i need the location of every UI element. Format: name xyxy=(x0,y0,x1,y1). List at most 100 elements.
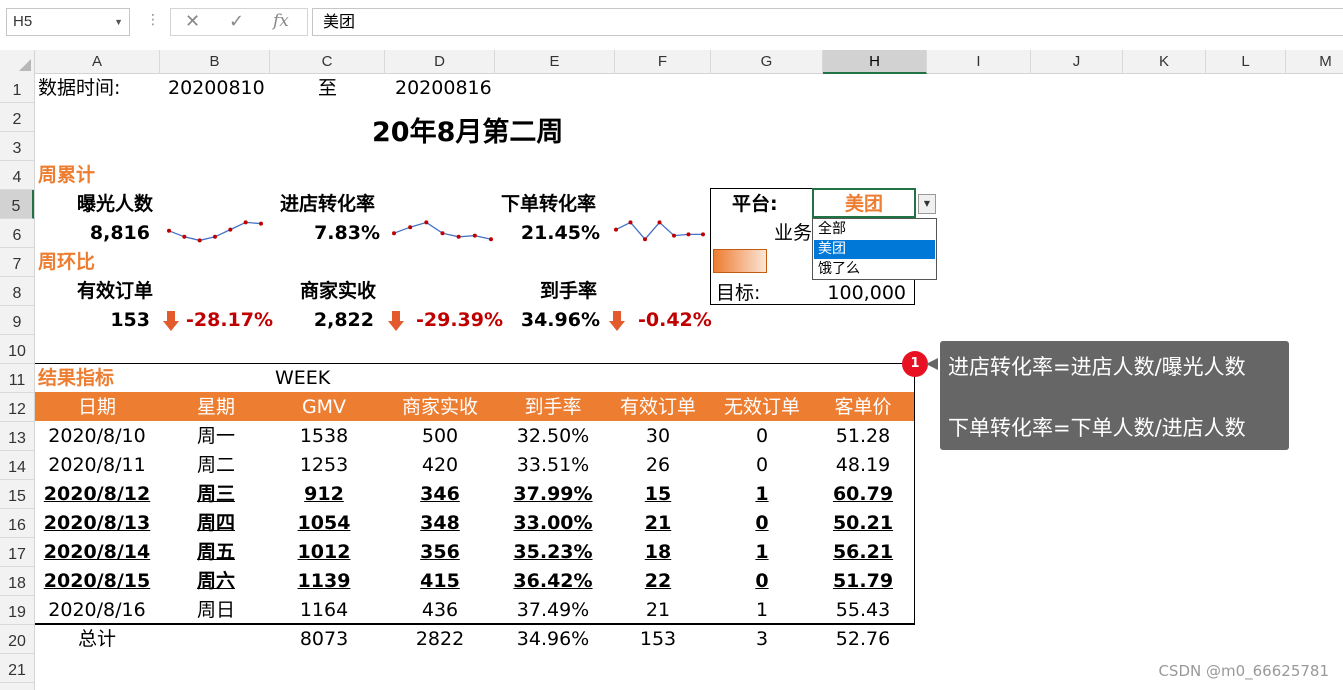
enter-rate-label: 进店转化率 xyxy=(280,193,376,215)
table-cell: 51.79 xyxy=(832,570,894,592)
row-header-3[interactable]: 3 xyxy=(0,132,34,161)
sparkline-point xyxy=(259,221,263,226)
sparkline-point xyxy=(228,227,233,232)
sparkline-point xyxy=(408,225,413,230)
dropdown-option[interactable]: 美团 xyxy=(814,240,935,259)
column-header-e[interactable]: E xyxy=(495,50,615,74)
row-header-7[interactable]: 7 xyxy=(0,248,34,277)
platform-label: 平台: xyxy=(732,193,778,215)
row-header-21[interactable]: 21 xyxy=(0,654,34,683)
comment-pointer xyxy=(926,358,938,370)
business-label: 业务 xyxy=(774,222,813,244)
valid-orders-value: 153 xyxy=(110,309,150,331)
column-header-c[interactable]: C xyxy=(270,50,385,74)
dropdown-arrow-icon[interactable]: ▼ xyxy=(918,194,936,214)
row-header-2[interactable]: 2 xyxy=(0,103,34,132)
date-label: 数据时间: xyxy=(38,77,121,99)
column-header-i[interactable]: I xyxy=(927,50,1031,74)
comment-line-2: 下单转化率=下单人数/进店人数 xyxy=(948,416,1246,440)
dropdown-option[interactable]: 饿了么 xyxy=(814,260,935,279)
row-header-5[interactable]: 5 xyxy=(0,190,34,219)
sparkline-point xyxy=(213,234,217,239)
row-header-9[interactable]: 9 xyxy=(0,306,34,335)
weekly-total-label: 周累计 xyxy=(38,164,96,186)
select-all-button[interactable] xyxy=(0,50,35,74)
comment-box: 进店转化率=进店人数/曝光人数 下单转化率=下单人数/进店人数 xyxy=(940,341,1289,450)
down-arrow-icon xyxy=(163,311,179,331)
impressions-sparkline xyxy=(167,220,263,243)
chevron-down-icon[interactable]: ▼ xyxy=(114,9,123,35)
column-header-a[interactable]: A xyxy=(35,50,160,74)
result-label: 结果指标 xyxy=(38,367,115,389)
table-cell: 56.21 xyxy=(832,541,894,563)
column-header-m[interactable]: M xyxy=(1286,50,1343,74)
arrival-change: -0.42% xyxy=(638,309,712,331)
row-header-8[interactable]: 8 xyxy=(0,277,34,306)
week-label: WEEK xyxy=(275,367,331,389)
sparkline-point xyxy=(182,234,187,239)
cancel-icon[interactable]: ✕ xyxy=(185,11,200,32)
column-header-g[interactable]: G xyxy=(711,50,823,74)
sparkline-point xyxy=(628,220,633,225)
sparkline-point xyxy=(440,231,445,236)
impressions-value: 8,816 xyxy=(89,222,150,244)
column-header-b[interactable]: B xyxy=(160,50,270,74)
sparkline-point xyxy=(392,231,396,236)
valid-orders-label: 有效订单 xyxy=(77,280,154,302)
table-cell: 50.21 xyxy=(832,512,894,534)
comment-badge[interactable]: 1 xyxy=(902,351,928,377)
target-progress-bar xyxy=(713,249,767,273)
table-cell: 48.19 xyxy=(835,454,891,476)
date-end: 20200816 xyxy=(395,77,492,99)
table-total-cell: 总计 xyxy=(77,628,116,650)
table-header-cell: 客单价 xyxy=(834,396,892,418)
sparkline-point xyxy=(424,220,429,225)
name-box-value: H5 xyxy=(13,13,33,30)
insert-function-icon[interactable]: fx xyxy=(273,11,289,31)
sparkline-point xyxy=(701,232,705,237)
sparkline-point xyxy=(197,238,202,243)
sparkline-point xyxy=(167,228,171,233)
sparkline-point xyxy=(672,233,676,238)
dropdown-option[interactable]: 全部 xyxy=(814,220,935,239)
order-rate-label: 下单转化率 xyxy=(501,193,597,215)
column-header-j[interactable]: J xyxy=(1031,50,1123,74)
comment-line-1: 进店转化率=进店人数/曝光人数 xyxy=(948,355,1246,379)
formula-input[interactable]: 美团 xyxy=(312,8,1343,36)
formula-buttons: ✕ ✓ fx xyxy=(170,8,308,36)
down-arrow-icon xyxy=(388,311,404,331)
name-box[interactable]: H5 ▼ xyxy=(6,8,130,36)
date-start: 20200810 xyxy=(168,77,265,99)
column-header-d[interactable]: D xyxy=(385,50,495,74)
watermark: CSDN @m0_66625781 xyxy=(1158,662,1329,680)
merchant-label: 商家实收 xyxy=(300,280,377,302)
sparkline-point xyxy=(243,220,248,225)
sparkline-point xyxy=(643,237,647,242)
order-rate-value: 21.45% xyxy=(520,222,600,244)
sparkline-point xyxy=(456,234,461,239)
column-header-l[interactable]: L xyxy=(1206,50,1286,74)
sparkline-point xyxy=(489,237,493,242)
sparkline-point xyxy=(614,227,618,232)
more-options-icon[interactable]: ⋮ xyxy=(146,12,160,28)
column-header-k[interactable]: K xyxy=(1123,50,1206,74)
active-cell-h5[interactable] xyxy=(812,188,916,218)
merchant-change: -29.39% xyxy=(416,309,504,331)
arrival-value: 34.96% xyxy=(520,309,600,331)
column-header-f[interactable]: F xyxy=(615,50,711,74)
table-total-cell: 52.76 xyxy=(835,628,891,650)
order-rate-sparkline xyxy=(614,220,705,242)
enter-icon[interactable]: ✓ xyxy=(229,11,244,32)
column-header-h[interactable]: H xyxy=(823,50,927,74)
valid-orders-change: -28.17% xyxy=(186,309,274,331)
row-header-11[interactable]: 11 xyxy=(0,364,34,393)
row-header-6[interactable]: 6 xyxy=(0,219,34,248)
sparkline-line xyxy=(615,221,703,241)
sparkline-point xyxy=(657,220,662,225)
table-cell: 51.28 xyxy=(835,425,891,447)
row-header-10[interactable]: 10 xyxy=(0,335,34,364)
row-header-4[interactable]: 4 xyxy=(0,161,34,190)
table-cell: 55.43 xyxy=(835,599,891,621)
row-header-1[interactable]: 1 xyxy=(0,74,34,103)
table-cell: 60.79 xyxy=(832,483,894,505)
